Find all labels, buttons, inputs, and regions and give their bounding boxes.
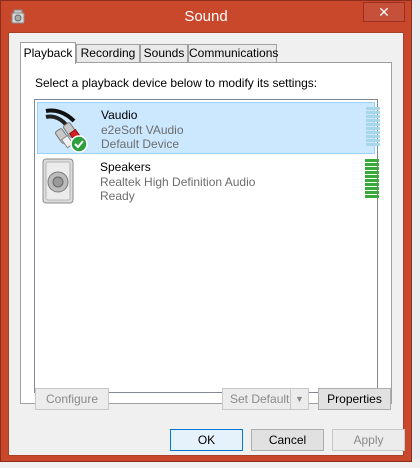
dialog-client-area: Playback Recording Sounds Communications… xyxy=(8,32,405,456)
configure-button[interactable]: Configure xyxy=(35,388,109,410)
meter-segment xyxy=(366,107,380,110)
meter-segment xyxy=(365,167,379,170)
close-icon: ✕ xyxy=(378,3,390,20)
title-bar[interactable]: Sound ✕ xyxy=(1,1,411,33)
tab-recording[interactable]: Recording xyxy=(76,44,140,63)
meter-segment xyxy=(366,111,380,114)
device-item-speakers[interactable]: Speakers Realtek High Definition Audio R… xyxy=(37,155,379,207)
device-name: Speakers xyxy=(100,160,151,174)
meter-segment xyxy=(365,187,379,190)
properties-button[interactable]: Properties xyxy=(318,388,391,410)
meter-segment xyxy=(365,195,379,198)
window-title: Sound xyxy=(184,8,228,25)
meter-segment xyxy=(366,119,380,122)
device-list[interactable]: Vaudio e2eSoft VAudio Default Device Spe… xyxy=(34,99,380,393)
meter-segment xyxy=(366,127,380,130)
meter-segment xyxy=(365,179,379,182)
chevron-down-icon[interactable]: ▼ xyxy=(290,389,308,409)
device-name: Vaudio xyxy=(101,108,138,122)
device-item-vaudio[interactable]: Vaudio e2eSoft VAudio Default Device xyxy=(37,102,380,154)
playback-panel: Select a playback device below to modify… xyxy=(20,62,392,404)
meter-segment xyxy=(365,183,379,186)
speaker-icon xyxy=(42,158,74,204)
check-badge-icon xyxy=(70,135,88,153)
set-default-label: Set Default xyxy=(230,392,290,406)
cancel-button[interactable]: Cancel xyxy=(251,429,324,451)
meter-segment xyxy=(366,131,380,134)
close-button[interactable]: ✕ xyxy=(363,2,405,22)
meter-segment xyxy=(365,191,379,194)
instruction-text: Select a playback device below to modify… xyxy=(35,76,318,90)
device-status: Default Device xyxy=(101,137,180,151)
device-description: e2eSoft VAudio xyxy=(101,123,184,137)
volume-meter xyxy=(365,159,379,199)
tab-communications[interactable]: Communications xyxy=(188,44,278,63)
meter-segment xyxy=(365,163,379,166)
meter-segment xyxy=(365,171,379,174)
tab-playback[interactable]: Playback xyxy=(20,42,76,64)
meter-segment xyxy=(366,123,380,126)
device-description: Realtek High Definition Audio xyxy=(100,175,256,189)
meter-segment xyxy=(366,135,380,138)
meter-segment xyxy=(365,175,379,178)
meter-segment xyxy=(366,139,380,142)
ok-button[interactable]: OK xyxy=(170,429,243,451)
sound-dialog: Sound ✕ Playback Recording Sounds Commun… xyxy=(0,0,412,462)
volume-meter xyxy=(366,107,380,147)
meter-segment xyxy=(366,115,380,118)
set-default-button[interactable]: Set Default ▼ xyxy=(222,388,309,410)
meter-segment xyxy=(366,143,380,146)
tab-sounds[interactable]: Sounds xyxy=(140,44,188,63)
apply-button[interactable]: Apply xyxy=(332,429,405,451)
device-status: Ready xyxy=(100,189,135,203)
meter-segment xyxy=(365,159,379,162)
